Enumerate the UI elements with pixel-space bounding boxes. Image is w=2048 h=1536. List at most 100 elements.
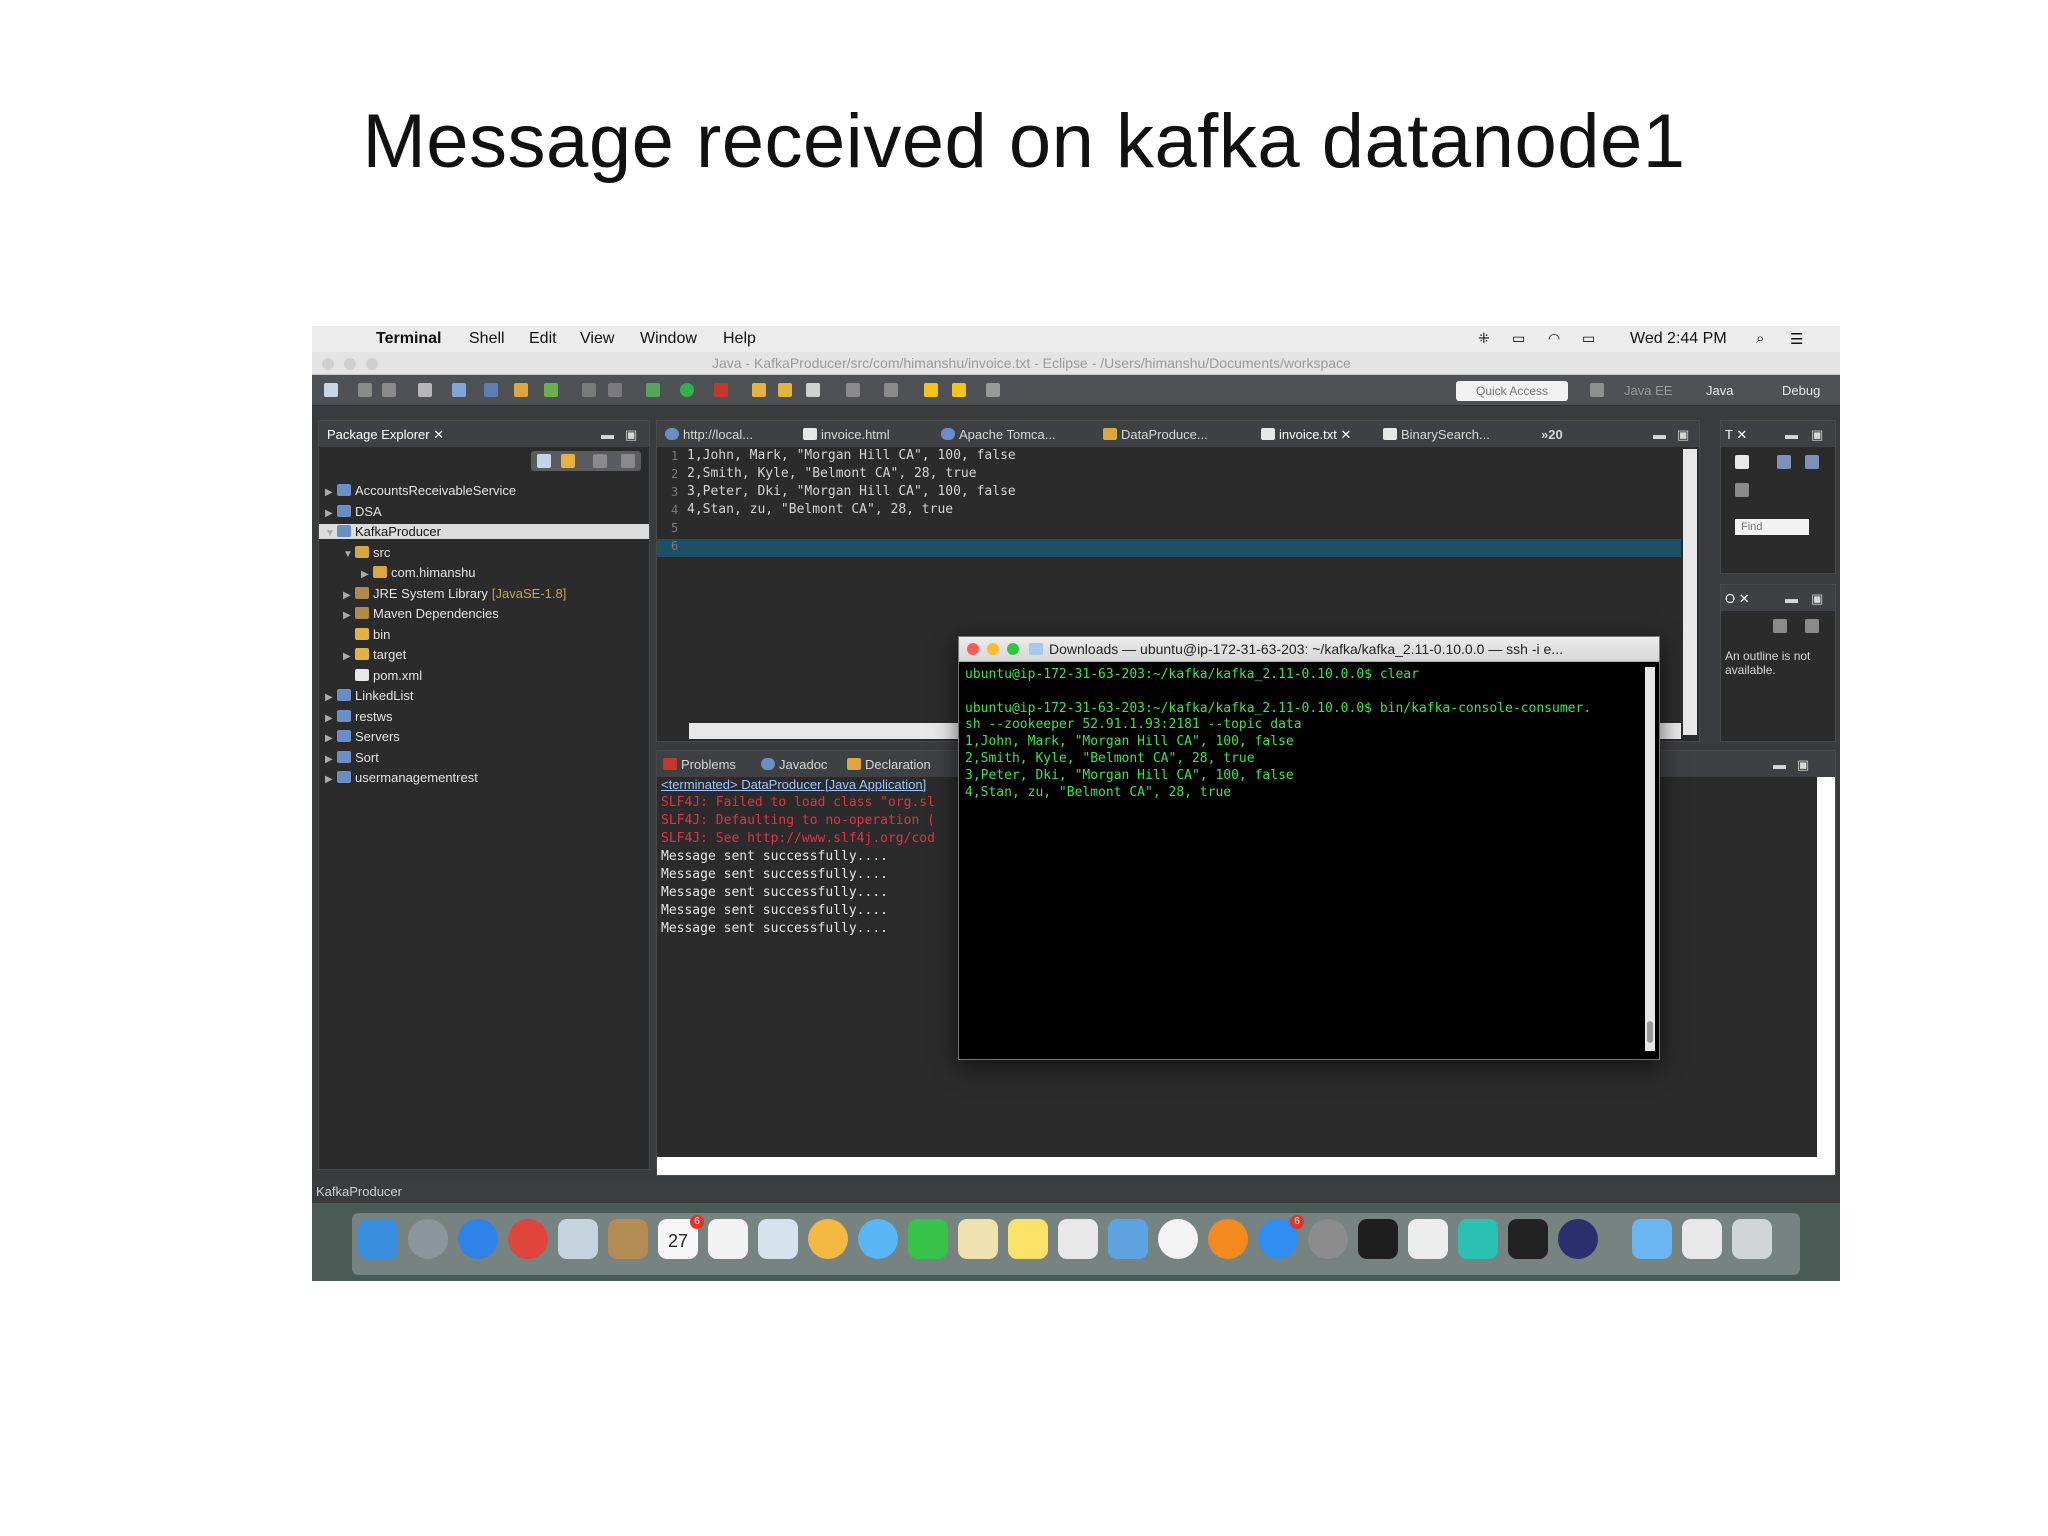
menubar-clock[interactable]: Wed 2:44 PM [1630, 330, 1727, 348]
external-tools-icon[interactable] [714, 383, 728, 397]
notes-icon[interactable] [1008, 1219, 1048, 1259]
editor-line[interactable]: 3,Peter, Dki, "Morgan Hill CA", 100, fal… [687, 484, 1016, 499]
collapsed-arrow-icon[interactable]: ▶ [361, 569, 373, 580]
view-menu-icon[interactable] [621, 454, 635, 468]
webstorm-icon[interactable] [1458, 1219, 1498, 1259]
eclipse-icon[interactable] [1558, 1219, 1598, 1259]
tab-dataproducer[interactable]: DataProduce... [1103, 427, 1208, 442]
collapsed-arrow-icon[interactable]: ▶ [325, 774, 337, 785]
save-all-icon[interactable] [382, 383, 396, 397]
refresh-icon[interactable] [544, 383, 558, 397]
wifi-icon[interactable]: ◠ [1548, 330, 1560, 347]
messages-icon[interactable] [858, 1219, 898, 1259]
editor-line[interactable]: 2,Smith, Kyle, "Belmont CA", 28, true [687, 466, 977, 481]
tree-item[interactable]: ▼ KafkaProducer [319, 524, 649, 539]
tree-item[interactable]: ▶ Sort [325, 750, 379, 765]
new-icon[interactable] [324, 383, 338, 397]
airplay-icon[interactable]: ▭ [1512, 330, 1525, 347]
system-preferences-icon[interactable] [1308, 1219, 1348, 1259]
minimize-view-icon[interactable]: ▬ [601, 427, 614, 442]
open-folder-icon[interactable] [752, 383, 766, 397]
documents-stack-icon[interactable] [1682, 1219, 1722, 1259]
photos-icon[interactable] [808, 1219, 848, 1259]
find-input[interactable] [1735, 519, 1809, 535]
preview-icon[interactable] [758, 1219, 798, 1259]
tree-item[interactable]: ▶ AccountsReceivableService [325, 483, 516, 498]
tab-binarysearch[interactable]: BinarySearch... [1383, 427, 1490, 442]
editor-scrollbar[interactable] [1683, 449, 1697, 735]
notification-center-icon[interactable]: ☰ [1790, 330, 1803, 348]
collapsed-arrow-icon[interactable]: ▶ [325, 487, 337, 498]
chrome-icon[interactable] [508, 1219, 548, 1259]
spotlight-search-icon[interactable]: ⌕ [1756, 330, 1764, 347]
tab-package-explorer[interactable]: Package Explorer ✕ [327, 427, 444, 443]
intellij-icon[interactable] [1358, 1219, 1398, 1259]
collapsed-arrow-icon[interactable]: ▶ [325, 713, 337, 724]
terminal-scrollbar[interactable] [1645, 667, 1655, 1051]
link-with-editor-icon[interactable] [561, 454, 575, 468]
terminal-window[interactable]: Downloads — ubuntu@ip-172-31-63-203: ~/k… [958, 636, 1660, 1060]
expanded-arrow-icon[interactable]: ▼ [325, 528, 337, 539]
collapsed-arrow-icon[interactable]: ▶ [325, 692, 337, 703]
tree-item[interactable]: ▶ Servers [325, 729, 400, 744]
prev-annotation-icon[interactable] [884, 383, 898, 397]
itunes-icon[interactable] [1158, 1219, 1198, 1259]
collapsed-arrow-icon[interactable]: ▶ [343, 590, 355, 601]
more-tabs-indicator[interactable]: »20 [1541, 427, 1563, 442]
tab-invoice-html[interactable]: invoice.html [803, 427, 890, 442]
open-task-icon[interactable] [608, 383, 622, 397]
maximize-view-icon[interactable]: ▣ [625, 427, 637, 443]
menu-window[interactable]: Window [640, 330, 697, 348]
window-zoom-dot[interactable] [366, 358, 378, 370]
save-icon[interactable] [358, 383, 372, 397]
minimize-view-icon[interactable]: ▬ [1653, 427, 1666, 442]
collapse-icon[interactable] [1805, 455, 1819, 469]
tree-item[interactable]: ▼ src [343, 545, 390, 560]
menu-view[interactable]: View [580, 330, 614, 348]
maximize-view-icon[interactable]: ▣ [1677, 427, 1689, 443]
collapsed-arrow-icon[interactable]: ▶ [343, 651, 355, 662]
open-perspective-icon[interactable] [1590, 383, 1604, 397]
battery-icon[interactable]: ▭ [1582, 330, 1595, 347]
open-type-icon[interactable] [582, 383, 596, 397]
collapsed-arrow-icon[interactable]: ▶ [325, 754, 337, 765]
collapsed-arrow-icon[interactable]: ▶ [325, 508, 337, 519]
back-arrow-icon[interactable] [952, 383, 966, 397]
reminders-icon[interactable] [708, 1219, 748, 1259]
terminal-titlebar[interactable]: Downloads — ubuntu@ip-172-31-63-203: ~/k… [959, 637, 1659, 662]
editor-line[interactable]: 4,Stan, zu, "Belmont CA", 28, true [687, 502, 953, 517]
minimize-view-icon[interactable]: ▬ [1785, 591, 1798, 606]
facetime-icon[interactable] [908, 1219, 948, 1259]
safari-icon[interactable] [458, 1219, 498, 1259]
tree-item[interactable]: ▶ Maven Dependencies [343, 606, 499, 621]
tree-item[interactable]: ▶ restws [325, 709, 393, 724]
keynote-icon[interactable] [1108, 1219, 1148, 1259]
console-icon[interactable] [452, 383, 466, 397]
expanded-arrow-icon[interactable]: ▼ [343, 549, 355, 560]
contacts-icon[interactable] [608, 1219, 648, 1259]
last-edit-icon[interactable] [924, 383, 938, 397]
tree-item[interactable]: pom.xml [343, 668, 422, 683]
perspective-java[interactable]: Java [1706, 383, 1733, 398]
tab-invoice-txt[interactable]: invoice.txt ✕ [1261, 427, 1351, 443]
window-close-dot[interactable] [322, 358, 334, 370]
tree-item[interactable]: bin [343, 627, 390, 642]
terminal-scroll-thumb[interactable] [1647, 1021, 1653, 1043]
tab-apache-tomcat[interactable]: Apache Tomca... [941, 427, 1056, 442]
close-icon[interactable]: ✕ [433, 427, 444, 442]
trash-icon[interactable] [1732, 1219, 1772, 1259]
terminal-close-dot[interactable] [967, 643, 979, 655]
collapse-all-icon[interactable] [537, 454, 551, 468]
new-task-icon[interactable] [1735, 455, 1749, 469]
tree-item[interactable]: ▶ LinkedList [325, 688, 414, 703]
next-annotation-icon[interactable] [846, 383, 860, 397]
editor-line[interactable]: 1,John, Mark, "Morgan Hill CA", 100, fal… [687, 448, 1016, 463]
ibooks-icon[interactable] [1208, 1219, 1248, 1259]
tree-item[interactable]: ▶ JRE System Library [JavaSE-1.8] [343, 586, 566, 601]
collapsed-arrow-icon[interactable]: ▶ [325, 733, 337, 744]
menu-help[interactable]: Help [723, 330, 756, 348]
maximize-view-icon[interactable]: ▣ [1811, 427, 1823, 443]
tab-problems[interactable]: Problems [663, 757, 736, 772]
menu-shell[interactable]: Shell [469, 330, 505, 348]
mail-icon[interactable] [558, 1219, 598, 1259]
